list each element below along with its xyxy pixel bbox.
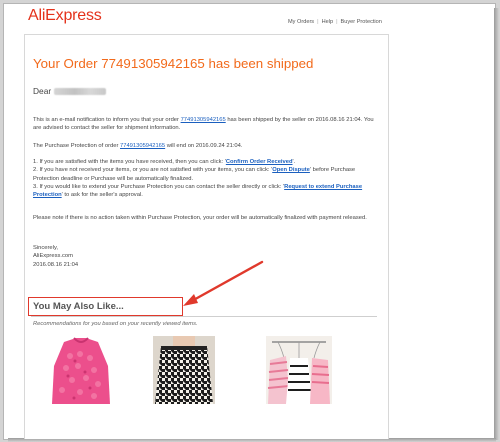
paragraph-text: will end on 2016.09.24 21:04. bbox=[165, 143, 243, 149]
email-title: Your Order 77491305942165 has been shipp… bbox=[33, 56, 314, 71]
greeting: Dear bbox=[33, 86, 107, 96]
annotation-highlight-box bbox=[28, 297, 183, 316]
pink-sweater-image bbox=[52, 337, 110, 404]
nav-buyer-protection[interactable]: Buyer Protection bbox=[341, 19, 382, 25]
greeting-label: Dear bbox=[33, 86, 52, 96]
paragraph-text: The Purchase Protection of order bbox=[33, 143, 120, 149]
list-item: 1. If you are satisfied with the items y… bbox=[33, 158, 378, 166]
nav-help[interactable]: Help bbox=[322, 19, 334, 25]
window-shadow-right bbox=[494, 8, 499, 440]
signature: Sincerely, AliExpress.com 2016.08.16 21:… bbox=[33, 244, 378, 269]
order-number-link[interactable]: 77491305942165 bbox=[181, 117, 226, 123]
nav-separator: | bbox=[317, 19, 319, 25]
signature-date: 2016.08.16 21:04 bbox=[33, 261, 79, 268]
recommendation-subtitle: Recommendations for you based on your re… bbox=[33, 321, 198, 327]
list-text: ' to ask for the seller's approval. bbox=[61, 192, 143, 199]
list-text: 3. If you would like to extend your Purc… bbox=[33, 183, 285, 190]
signature-line: AliExpress.com bbox=[33, 253, 73, 260]
signature-line: Sincerely, bbox=[33, 245, 59, 251]
list-text: 1. If you are satisfied with the items y… bbox=[33, 159, 226, 165]
top-nav: My Orders | Help | Buyer Protection bbox=[288, 19, 382, 25]
product-houndstooth-skirt[interactable] bbox=[153, 336, 215, 404]
houndstooth-skirt-image bbox=[153, 336, 215, 404]
section-divider bbox=[31, 316, 377, 317]
order-number-link[interactable]: 77491305942165 bbox=[120, 143, 165, 149]
product-pink-sweater[interactable] bbox=[50, 336, 112, 404]
note-paragraph: Please note if there is no action taken … bbox=[33, 215, 367, 221]
list-item: 3. If you would like to extend your Purc… bbox=[33, 183, 378, 200]
product-striped-dress[interactable] bbox=[266, 336, 332, 404]
paragraph-text: This is an e-mail notification to inform… bbox=[33, 117, 181, 123]
nav-separator: | bbox=[336, 19, 338, 25]
list-text: 2. If you have not received your items, … bbox=[33, 167, 273, 174]
aliexpress-logo[interactable]: AliExpress bbox=[28, 7, 102, 25]
list-item: 2. If you have not received your items, … bbox=[33, 166, 378, 183]
redacted-name bbox=[54, 88, 107, 95]
open-dispute-link[interactable]: Open Dispute bbox=[272, 167, 310, 173]
instructions-list: 1. If you are satisfied with the items y… bbox=[33, 158, 378, 199]
list-text: '. bbox=[292, 159, 296, 165]
striped-dress-image bbox=[266, 336, 332, 404]
confirm-order-received-link[interactable]: Confirm Order Received bbox=[226, 159, 293, 165]
protection-paragraph: The Purchase Protection of order 7749130… bbox=[33, 142, 378, 150]
shipped-paragraph: This is an e-mail notification to inform… bbox=[33, 116, 378, 133]
nav-my-orders[interactable]: My Orders bbox=[288, 19, 314, 25]
